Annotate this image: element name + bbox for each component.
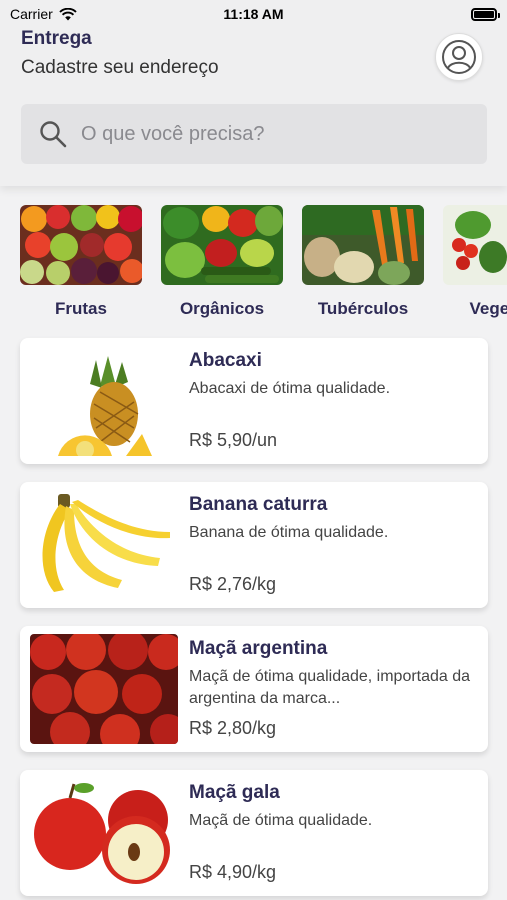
- product-card[interactable]: Maçã argentina Maçã de ótima qualidade, …: [20, 626, 488, 752]
- product-description: Maçã de ótima qualidade.: [189, 812, 373, 829]
- carrier-label: Carrier: [10, 6, 53, 22]
- product-description: Banana de ótima qualidade.: [189, 524, 389, 541]
- clock: 11:18 AM: [223, 6, 284, 22]
- product-card[interactable]: Banana caturra Banana de ótima qualidade…: [20, 482, 488, 608]
- product-name: Maçã gala: [189, 782, 280, 803]
- search-input[interactable]: [81, 122, 461, 146]
- product-price: R$ 4,90/kg: [189, 862, 277, 882]
- user-icon: [442, 40, 476, 74]
- product-name: Banana caturra: [189, 494, 328, 515]
- wifi-icon: [59, 7, 77, 20]
- category-label: Tubérculos: [317, 299, 409, 318]
- profile-button[interactable]: [435, 33, 483, 81]
- fruits-image: [20, 205, 142, 285]
- category-frutas[interactable]: Frutas: [20, 205, 142, 325]
- search-icon: [40, 121, 67, 148]
- tubers-image: [302, 205, 424, 285]
- product-card[interactable]: Maçã gala Maçã de ótima qualidade. R$ 4,…: [20, 770, 488, 896]
- category-tuberculos[interactable]: Tubérculos: [302, 205, 424, 325]
- product-description: Abacaxi de ótima qualidade.: [189, 380, 391, 397]
- product-list: Abacaxi Abacaxi de ótima qualidade. R$ 5…: [20, 338, 488, 900]
- delivery-title[interactable]: Entrega: [21, 28, 92, 50]
- product-description: Maçã de ótima qualidade, importada da ar…: [189, 668, 471, 707]
- pineapple-image: [30, 346, 178, 456]
- category-label: Frutas: [55, 299, 107, 318]
- status-bar: Carrier 11:18 AM: [0, 0, 507, 28]
- product-price: R$ 2,80/kg: [189, 718, 277, 738]
- banana-image: [30, 490, 178, 600]
- product-name: Abacaxi: [189, 350, 262, 371]
- battery-icon: [471, 7, 500, 21]
- apples-image: [30, 634, 178, 744]
- search-bar[interactable]: [21, 104, 487, 164]
- product-price: R$ 2,76/kg: [189, 574, 277, 594]
- category-organicos[interactable]: Orgânicos: [161, 205, 283, 325]
- organic-vegetables-image: [161, 205, 283, 285]
- category-carousel[interactable]: Frutas Orgânicos Tubérculos Vege: [20, 205, 507, 325]
- address-prompt[interactable]: Cadastre seu endereço: [21, 57, 219, 79]
- apple-gala-image: [30, 778, 178, 888]
- vegetables-image: [443, 205, 507, 285]
- product-price: R$ 5,90/un: [189, 430, 278, 450]
- category-label: Orgânicos: [179, 299, 265, 318]
- category-vegetais[interactable]: Vegetais: [443, 205, 507, 325]
- product-name: Maçã argentina: [189, 638, 328, 659]
- category-label: Vegetais: [469, 299, 507, 318]
- product-card[interactable]: Abacaxi Abacaxi de ótima qualidade. R$ 5…: [20, 338, 488, 464]
